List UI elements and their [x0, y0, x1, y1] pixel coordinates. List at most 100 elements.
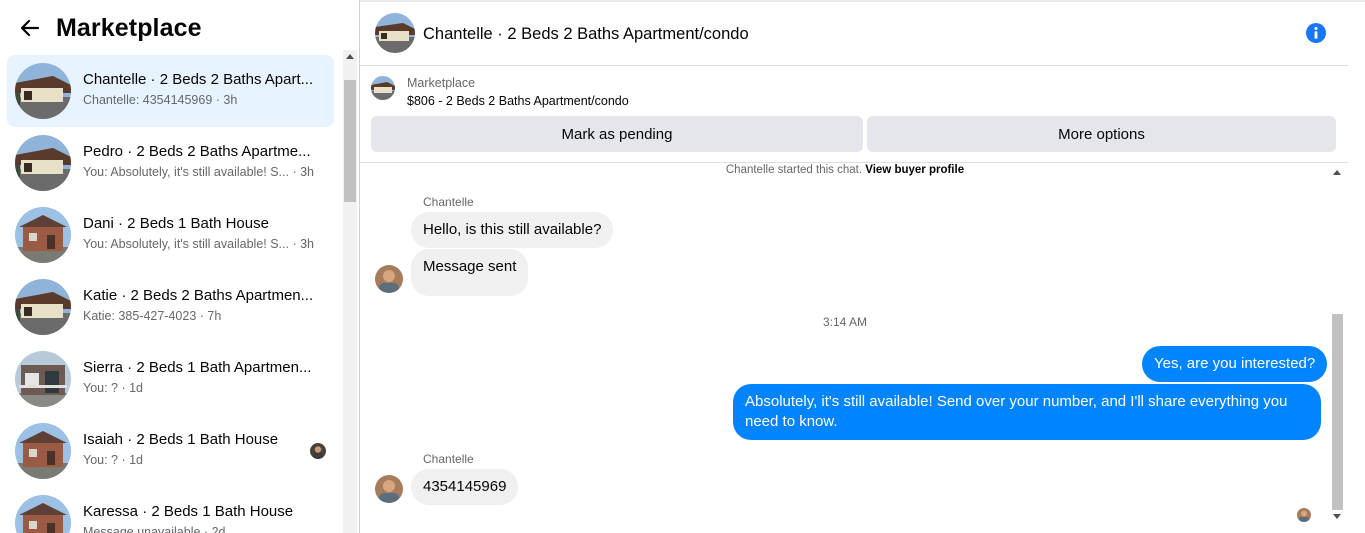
scroll-up-arrow-icon[interactable] — [1333, 170, 1341, 175]
listing-thumbnail[interactable] — [371, 76, 395, 100]
snippet-separator: · — [118, 381, 130, 395]
snippet-text: Message unavailable — [83, 525, 201, 533]
listing-banner: Marketplace $806 - 2 Beds 2 Baths Apartm… — [360, 67, 1348, 163]
conversation-list: Chantelle · 2 Beds 2 Baths Apart... Chan… — [0, 55, 343, 533]
conversation-thumbnail — [15, 207, 71, 263]
snippet-text: You: Absolutely, it's still available! S… — [83, 237, 289, 251]
conversation-thumbnail — [15, 423, 71, 479]
sender-avatar[interactable] — [375, 475, 403, 503]
conversation-name: Dani · 2 Beds 1 Bath House — [83, 215, 269, 232]
conversation-item[interactable]: Isaiah · 2 Beds 1 Bath House You: ? · 1d — [7, 415, 334, 487]
conversation-snippet: Katie: 385-427-4023 · 7h — [83, 309, 323, 323]
sender-avatar[interactable] — [375, 265, 403, 293]
conversation-thumbnail — [15, 135, 71, 191]
house-photo-icon — [15, 207, 71, 263]
conversation-item[interactable]: Pedro · 2 Beds 2 Baths Apartme... You: A… — [7, 127, 334, 199]
house-photo-icon — [15, 135, 71, 191]
snippet-time: 7h — [207, 309, 222, 323]
house-photo-icon — [15, 495, 71, 533]
snippet-separator: · — [288, 165, 301, 179]
house-photo-icon — [371, 76, 395, 100]
conversation-name: Sierra · 2 Beds 1 Bath Apartmen... — [83, 359, 312, 376]
conversation-item[interactable]: Sierra · 2 Beds 1 Bath Apartmen... You: … — [7, 343, 334, 415]
snippet-separator: · — [212, 93, 224, 107]
incoming-message[interactable]: Message sent — [411, 249, 529, 296]
mark-as-pending-button[interactable]: Mark as pending — [371, 116, 863, 152]
info-icon — [1306, 23, 1326, 43]
messenger-marketplace-app: Marketplace Chantelle · 2 Beds 2 Baths A… — [0, 0, 1365, 533]
conversation-name: Isaiah · 2 Beds 1 Bath House — [83, 431, 279, 448]
conversation-thumbnail — [15, 495, 71, 533]
snippet-separator: · — [200, 525, 212, 533]
house-photo-icon — [15, 423, 71, 479]
outgoing-message[interactable]: Absolutely, it's still available! Send o… — [733, 384, 1321, 440]
chat-header: Chantelle · 2 Beds 2 Baths Apartment/con… — [360, 2, 1348, 66]
user-avatar-icon — [375, 475, 403, 503]
conversation-name: Pedro · 2 Beds 2 Baths Apartme... — [83, 143, 311, 160]
seen-avatar — [310, 443, 326, 459]
conversation-item[interactable]: Dani · 2 Beds 1 Bath House You: Absolute… — [7, 199, 334, 271]
conversation-thumbnail — [15, 63, 71, 119]
conversation-thumbnail — [15, 279, 71, 335]
scrollbar-thumb[interactable] — [344, 80, 356, 202]
conversation-snippet: You: Absolutely, it's still available! S… — [83, 237, 323, 251]
listing-price[interactable]: $806 - 2 Beds 2 Baths Apartment/condo — [407, 94, 629, 108]
conversation-snippet: Message unavailable · 2d — [83, 525, 323, 533]
listing-avatar[interactable] — [375, 13, 415, 53]
snippet-separator: · — [288, 237, 301, 251]
snippet-text: Chantelle: 4354145969 — [83, 93, 213, 107]
message-thread: Chantelle started this chat. View buyer … — [360, 164, 1330, 533]
snippet-separator: · — [196, 309, 208, 323]
thread-scrollbar[interactable] — [1330, 164, 1345, 533]
incoming-message[interactable]: Hello, is this still available? — [411, 212, 614, 248]
read-receipt-avatar — [1297, 508, 1311, 522]
incoming-message[interactable]: 4354145969 — [411, 469, 519, 505]
snippet-time: 2d — [211, 525, 226, 533]
more-options-button[interactable]: More options — [867, 116, 1336, 152]
outgoing-message[interactable]: Yes, are you interested? — [1142, 346, 1328, 382]
conversation-name: Katie · 2 Beds 2 Baths Apartmen... — [83, 287, 314, 304]
snippet-time: 3h — [300, 165, 314, 179]
conversation-sidebar: Marketplace Chantelle · 2 Beds 2 Baths A… — [0, 0, 360, 533]
conversation-item[interactable]: Karessa · 2 Beds 1 Bath House Message un… — [7, 487, 334, 533]
user-avatar-icon — [310, 443, 326, 459]
chat-started-notice: Chantelle started this chat. View buyer … — [360, 164, 1330, 176]
sidebar-scrollbar[interactable] — [343, 50, 357, 533]
conversation-item[interactable]: Katie · 2 Beds 2 Baths Apartmen... Katie… — [7, 271, 334, 343]
arrow-left-icon — [20, 19, 40, 37]
listing-label: Marketplace — [407, 76, 476, 90]
conversation-snippet: Chantelle: 4354145969 · 3h — [83, 93, 323, 107]
chat-panel: Chantelle · 2 Beds 2 Baths Apartment/con… — [360, 0, 1365, 533]
conversation-thumbnail — [15, 351, 71, 407]
snippet-text: You: ? — [83, 453, 118, 467]
sender-name: Chantelle — [423, 452, 474, 466]
snippet-separator: · — [118, 453, 130, 467]
snippet-time: 1d — [129, 381, 144, 395]
scrollbar-thumb[interactable] — [1332, 314, 1343, 510]
chat-title: Chantelle · 2 Beds 2 Baths Apartment/con… — [423, 25, 749, 43]
chat-started-text: Chantelle started this chat. — [725, 164, 863, 176]
back-button[interactable] — [16, 14, 44, 42]
snippet-time: 3h — [223, 93, 238, 107]
house-photo-icon — [15, 351, 71, 407]
message-timestamp: 3:14 AM — [822, 315, 868, 329]
snippet-text: You: Absolutely, it's still available! S… — [83, 165, 289, 179]
house-photo-icon — [15, 279, 71, 335]
house-photo-icon — [15, 63, 71, 119]
scroll-up-arrow-icon[interactable] — [346, 54, 354, 59]
user-avatar-icon — [375, 265, 403, 293]
user-avatar-icon — [1297, 508, 1311, 522]
info-button[interactable] — [1305, 22, 1327, 44]
conversation-item[interactable]: Chantelle · 2 Beds 2 Baths Apart... Chan… — [7, 55, 334, 127]
conversation-snippet: You: Absolutely, it's still available! S… — [83, 165, 323, 179]
conversation-name: Karessa · 2 Beds 1 Bath House — [83, 503, 294, 520]
sidebar-header: Marketplace — [0, 0, 359, 52]
house-photo-icon — [375, 13, 415, 53]
scroll-down-arrow-icon[interactable] — [1333, 514, 1341, 519]
snippet-text: You: ? — [83, 381, 118, 395]
conversation-snippet: You: ? · 1d — [83, 381, 323, 395]
conversation-name: Chantelle · 2 Beds 2 Baths Apart... — [83, 71, 314, 88]
snippet-text: Katie: 385-427-4023 — [83, 309, 197, 323]
view-buyer-profile-link[interactable]: View buyer profile — [865, 164, 964, 176]
conversation-snippet: You: ? · 1d — [83, 453, 323, 467]
